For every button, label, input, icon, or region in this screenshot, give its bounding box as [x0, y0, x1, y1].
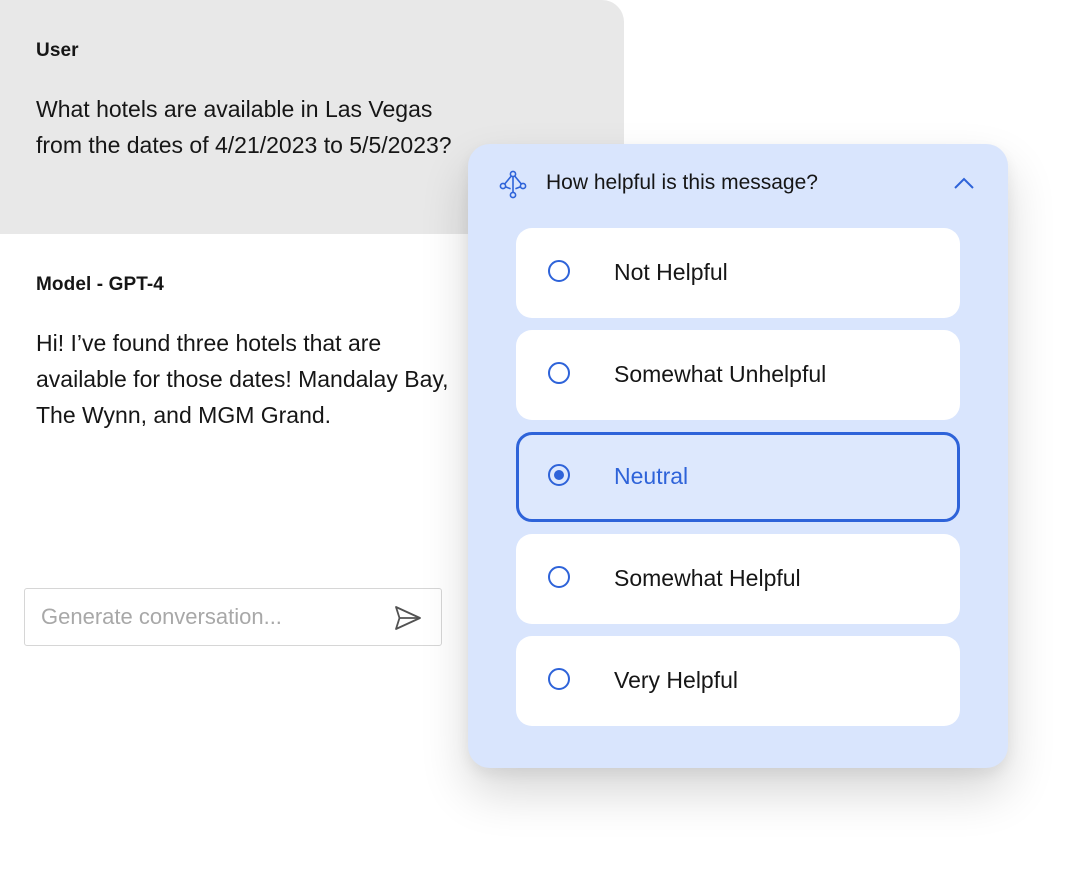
option-label: Somewhat Helpful [614, 565, 801, 591]
model-message-text: Hi! I’ve found three hotels that are ava… [36, 330, 449, 428]
option-very-helpful[interactable]: Very Helpful [516, 636, 960, 726]
option-somewhat-helpful[interactable]: Somewhat Helpful [516, 534, 960, 624]
radio-button[interactable] [548, 566, 570, 588]
send-icon [395, 606, 421, 630]
conversation-input[interactable] [41, 589, 371, 644]
send-button[interactable] [393, 603, 423, 633]
radio-selected-dot [554, 470, 564, 480]
option-label: Very Helpful [614, 667, 739, 693]
chevron-up-icon[interactable] [952, 172, 976, 196]
option-label: Neutral [614, 463, 689, 489]
feedback-panel: How helpful is this message? Not Helpful… [468, 144, 1008, 768]
feedback-header[interactable]: How helpful is this message? [468, 144, 1008, 224]
radio-button[interactable] [548, 362, 570, 384]
ai-model-icon [499, 170, 527, 199]
user-message-text: What hotels are available in Las Vegas f… [36, 96, 452, 158]
option-label: Somewhat Unhelpful [614, 361, 827, 387]
composer [24, 588, 442, 646]
user-role-label: User [36, 40, 79, 61]
option-somewhat-unhelpful[interactable]: Somewhat Unhelpful [516, 330, 960, 420]
option-not-helpful[interactable]: Not Helpful [516, 228, 960, 318]
radio-button-selected[interactable] [548, 464, 570, 486]
model-role-label: Model - GPT-4 [36, 274, 164, 295]
radio-button[interactable] [548, 260, 570, 282]
option-label: Not Helpful [614, 259, 728, 285]
feedback-title: How helpful is this message? [546, 171, 818, 194]
radio-button[interactable] [548, 668, 570, 690]
option-neutral[interactable]: Neutral [516, 432, 960, 522]
